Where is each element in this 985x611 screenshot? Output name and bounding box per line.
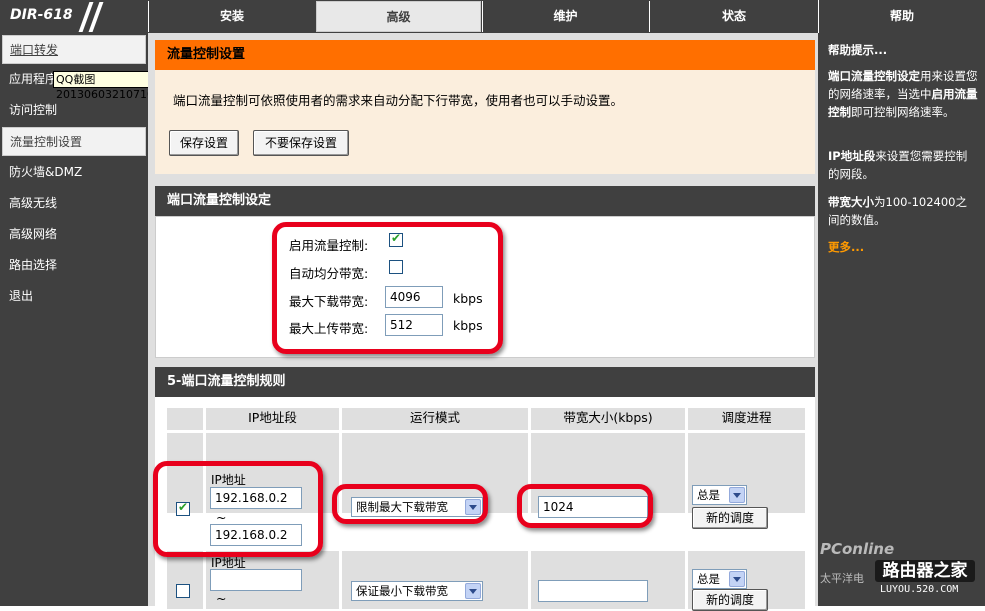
sidebar-item-logout[interactable]: 退出: [2, 282, 146, 311]
chevron-down-icon: [465, 583, 481, 599]
header-ip-range: IP地址段: [206, 408, 339, 430]
highlight-box-ip-range: [153, 461, 323, 557]
watermark-url: LUYOU.520.COM: [880, 584, 959, 595]
tab-help[interactable]: 帮助: [818, 0, 985, 33]
sidebar-item-advanced-network[interactable]: 高级网络: [2, 220, 146, 249]
tab-status[interactable]: 状态: [649, 1, 818, 32]
rule-2-mode-select[interactable]: 保证最小下载带宽: [351, 581, 483, 601]
rule-2-tilde: ~: [216, 591, 227, 606]
rule-2-checkbox[interactable]: [176, 584, 190, 598]
table-row-2-select-cell: [167, 551, 203, 609]
help-heading: 帮助提示...: [828, 43, 888, 57]
rule-1-schedule-value: 总是: [697, 488, 720, 502]
watermark-site: 路由器之家: [875, 560, 975, 582]
tab-maintenance[interactable]: 维护: [482, 1, 648, 32]
highlight-box-port-settings: [272, 222, 503, 354]
rule-1-schedule-select[interactable]: 总是: [692, 485, 747, 505]
rules-panel-title: 5-端口流量控制规则: [155, 367, 815, 397]
highlight-box-bandwidth: [517, 484, 653, 528]
rule-2-schedule-select[interactable]: 总是: [692, 569, 747, 589]
rules-panel: 5-端口流量控制规则 IP地址段 运行模式 带宽大小(kbps) 调度进程 IP…: [153, 367, 815, 611]
sidebar-item-firewall-dmz[interactable]: 防火墙&DMZ: [2, 158, 146, 187]
rule-2-mode-value: 保证最小下载带宽: [356, 584, 448, 598]
sidebar-item-port-forwarding[interactable]: 端口转发: [2, 35, 146, 64]
watermark-brand: PConline: [820, 540, 895, 558]
sidebar-item-routing[interactable]: 路由选择: [2, 251, 146, 280]
help-p1-bold: 端口流量控制设定: [828, 69, 920, 83]
tab-advanced[interactable]: 高级: [316, 1, 481, 32]
brand-logo: DIR-618: [0, 0, 147, 33]
header-bandwidth: 带宽大小(kbps): [531, 408, 685, 430]
help-more-text[interactable]: 更多...: [828, 240, 864, 254]
save-button[interactable]: 保存设置: [169, 130, 239, 156]
tab-setup[interactable]: 安装: [148, 1, 315, 32]
settings-description: 端口流量控制可依照使用者的需求来自动分配下行带宽，使用者也可以手动设置。: [173, 93, 624, 108]
help-p3-bold: 带宽大小: [828, 195, 874, 209]
dont-save-button[interactable]: 不要保存设置: [253, 130, 349, 156]
chevron-down-icon: [729, 487, 745, 503]
header-mode: 运行模式: [342, 408, 528, 430]
settings-panel-body: 端口流量控制可依照使用者的需求来自动分配下行带宽，使用者也可以手动设置。 保存设…: [155, 70, 815, 174]
help-paragraph-3: 带宽大小为100-102400之间的数值。: [828, 193, 978, 229]
header-select-col: [167, 408, 203, 430]
rule-2-ip-from[interactable]: [210, 569, 302, 591]
main-content: 流量控制设置 端口流量控制可依照使用者的需求来自动分配下行带宽，使用者也可以手动…: [148, 33, 818, 611]
port-control-panel: 端口流量控制设定 启用流量控制: 自动均分带宽: 最大下载带宽: 4096 kb…: [155, 186, 815, 358]
rule-2-schedule-value: 总是: [697, 572, 720, 586]
port-control-title: 端口流量控制设定: [155, 186, 815, 216]
highlight-box-mode: [332, 484, 488, 524]
help-paragraph-2: IP地址段来设置您需要控制的网段。: [828, 147, 978, 183]
rule-1-new-schedule-button[interactable]: 新的调度: [692, 507, 768, 529]
help-p2-bold: IP地址段: [828, 149, 876, 163]
help-paragraph-1: 端口流量控制设定用来设置您的网络速率，当选中启用流量控制即可控制网络速率。: [828, 67, 978, 121]
help-more-link[interactable]: 更多...: [828, 238, 978, 256]
sidebar-item-traffic-control[interactable]: 流量控制设置: [2, 127, 146, 156]
header-schedule: 调度进程: [688, 408, 805, 430]
sidebar-item-advanced-wireless[interactable]: 高级无线: [2, 189, 146, 218]
model-name: DIR-618: [10, 7, 73, 23]
help-sidebar: 帮助提示... 端口流量控制设定用来设置您的网络速率，当选中启用流量控制即可控制…: [818, 33, 985, 606]
settings-panel-title: 流量控制设置: [155, 40, 815, 70]
chevron-down-icon: [729, 571, 745, 587]
rule-2-new-schedule-button[interactable]: 新的调度: [692, 589, 768, 611]
watermark-sub: 太平洋电: [820, 572, 864, 585]
help-p1-text2: 即可控制网络速率。: [851, 105, 955, 119]
rule-2-bandwidth-input[interactable]: [538, 580, 648, 602]
settings-panel: 流量控制设置 端口流量控制可依照使用者的需求来自动分配下行带宽，使用者也可以手动…: [155, 40, 815, 174]
